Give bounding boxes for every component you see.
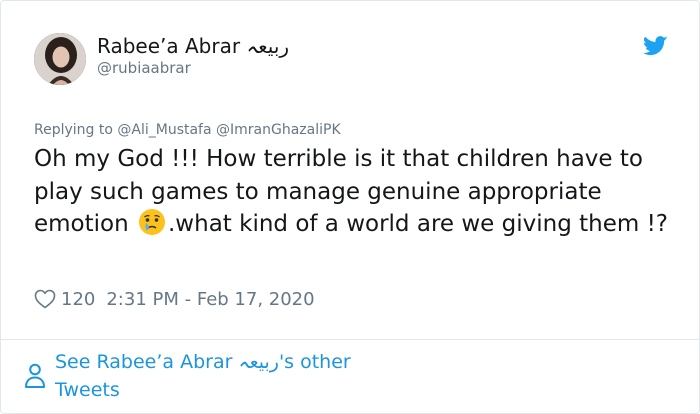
avatar-image xyxy=(34,33,86,85)
see-other-tweets-label[interactable]: See Rabee’a Abrar ربیعہ's other Tweets xyxy=(55,348,403,404)
mention-link[interactable]: @Ali_Mustafa xyxy=(117,122,211,138)
avatar[interactable] xyxy=(34,33,86,85)
divider xyxy=(1,339,700,340)
tweet-meta: 120 2:31 PM - Feb 17, 2020 xyxy=(34,287,315,311)
tweet-text-part2: .what kind of a world are we giving them… xyxy=(168,211,668,237)
timestamp[interactable]: 2:31 PM - Feb 17, 2020 xyxy=(106,289,314,310)
person-icon xyxy=(25,363,45,388)
author-handle[interactable]: @rubiaabrar xyxy=(97,59,191,77)
replying-prefix: Replying to xyxy=(34,122,113,138)
see-other-tweets-link[interactable]: See Rabee’a Abrar ربیعہ's other Tweets xyxy=(23,348,403,404)
heart-outline-icon[interactable] xyxy=(34,289,56,309)
crying-face-emoji-icon xyxy=(139,209,165,235)
like-count[interactable]: 120 xyxy=(61,289,95,310)
replying-to: Replying to @Ali_Mustafa @ImranGhazaliPK xyxy=(34,122,341,138)
mention-link[interactable]: @ImranGhazaliPK xyxy=(216,122,341,138)
tweet-card: Rabee’a Abrar ربیعہ @rubiaabrar Replying… xyxy=(0,0,700,414)
tweet-text: Oh my God !!! How terrible is it that ch… xyxy=(34,143,684,241)
twitter-bird-icon[interactable] xyxy=(644,36,668,56)
author-name[interactable]: Rabee’a Abrar ربیعہ xyxy=(97,34,289,58)
